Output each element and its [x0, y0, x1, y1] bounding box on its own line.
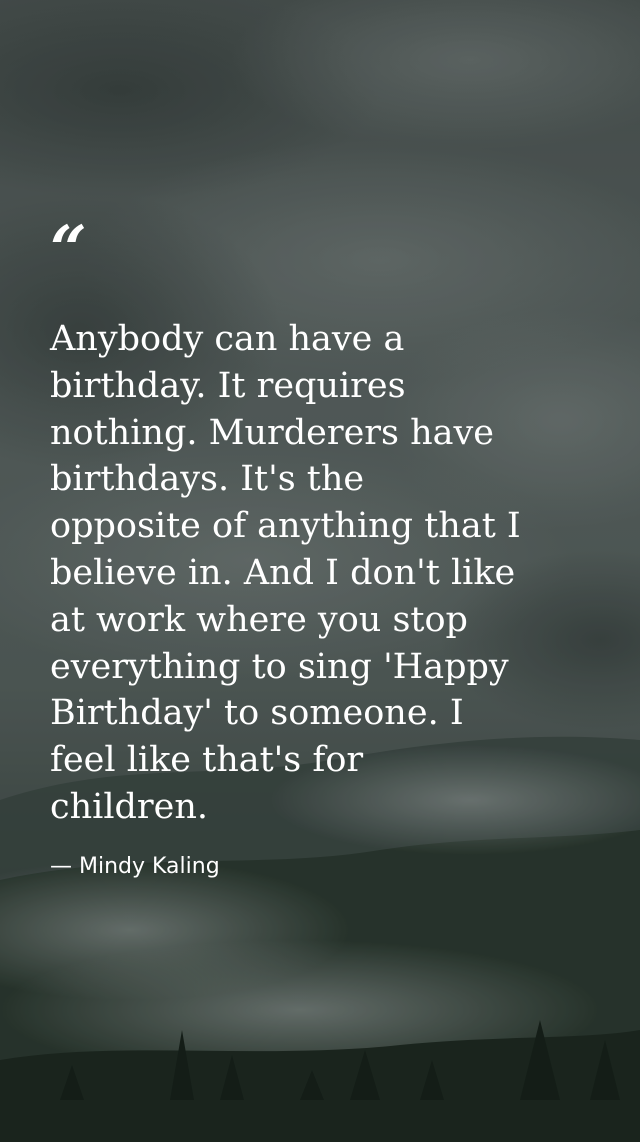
quote-author: — Mindy Kaling — [50, 854, 220, 879]
quote-line: everything to sing 'Happy — [50, 646, 509, 687]
quote-line: Anybody can have a — [50, 319, 405, 359]
quote-line: feel like that's for — [50, 740, 364, 781]
quote-line: nothing. Murderers have — [50, 412, 494, 453]
quote-text: Anybody can have a birthday. It requires… — [50, 316, 610, 831]
quote-line: birthday. It requires — [50, 365, 406, 406]
quote-line: at work where you stop — [50, 599, 468, 640]
quote-line: Birthday' to someone. I — [50, 693, 464, 734]
quote-line: believe in. And I don't like — [50, 552, 516, 593]
quote-line: birthdays. It's the — [50, 459, 365, 500]
quote-line: opposite of anything that I — [50, 506, 521, 547]
quote-line: children. — [50, 786, 209, 827]
quotation-mark-icon: “ — [50, 212, 87, 287]
